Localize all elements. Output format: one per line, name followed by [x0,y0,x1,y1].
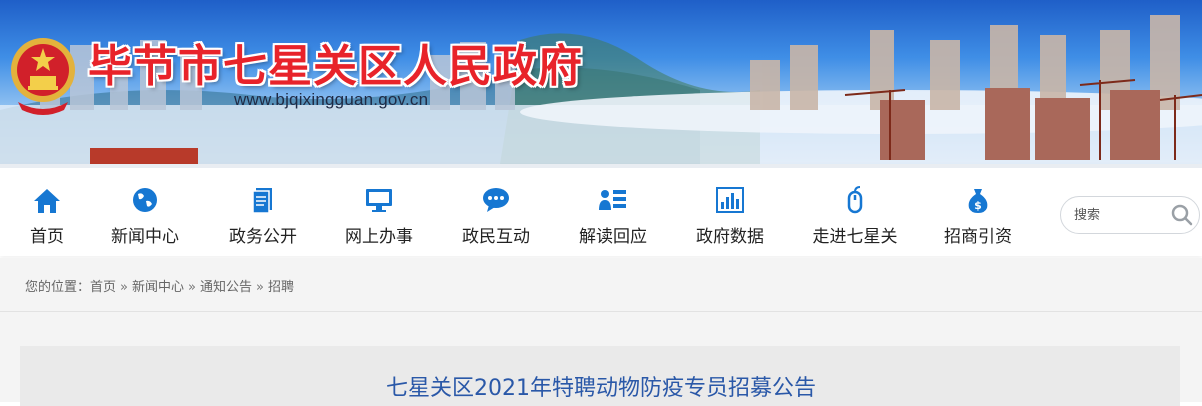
breadcrumb-item-news[interactable]: 新闻中心 [132,280,184,295]
nav-label: 政府数据 [696,227,764,247]
nav-label: 招商引资 [944,227,1012,247]
nav-item-home[interactable]: 首页 [22,182,72,254]
breadcrumb-separator: » [120,280,128,295]
nav-item-interpretation[interactable]: 解读回应 [575,182,651,254]
nav-item-about-qixingguan[interactable]: 走进七星关 [808,182,902,254]
breadcrumb-separator: » [256,280,264,295]
breadcrumb-prefix: 您的位置： [25,280,91,295]
nav-label: 政务公开 [229,227,297,247]
nav-label: 走进七星关 [812,227,898,247]
nav-item-news[interactable]: 新闻中心 [105,182,185,254]
breadcrumb-item-recruitment[interactable]: 招聘 [268,280,294,295]
nav-label: 新闻中心 [111,227,179,247]
nav-label: 解读回应 [579,227,647,247]
article-title: 七星关区2021年特聘动物防疫专员招募公告 [386,376,816,401]
breadcrumb-item-notices[interactable]: 通知公告 [200,280,252,295]
monitor-icon [366,189,392,212]
nav-item-interaction[interactable]: 政民互动 [458,182,534,254]
nav-item-gov-affairs[interactable]: 政务公开 [225,182,301,254]
breadcrumb-item-home[interactable]: 首页 [90,280,116,295]
breadcrumb-separator: » [188,280,196,295]
chat-bubble-icon [483,188,509,212]
nav-label: 首页 [30,227,64,247]
nav-label: 网上办事 [345,227,413,247]
nav-item-investment[interactable]: $ 招商引资 [940,182,1016,254]
breadcrumb: 您的位置：首页 » 新闻中心 » 通知公告 » 招聘 [25,276,294,295]
document-icon [252,188,272,214]
bar-chart-icon [716,187,744,213]
home-icon [34,189,60,213]
main-nav: 首页 新闻中心 政务公开 网上办事 政民互动 解读回应 政府数据 走进七星关 $… [0,164,1202,256]
svg-text:$: $ [974,199,982,212]
header-banner: 毕节市七星关区人民政府 www.bjqixingguan.gov.cn [0,0,1202,164]
globe-icon [133,188,157,212]
person-list-icon [599,190,626,210]
nav-item-online-services[interactable]: 网上办事 [341,182,417,254]
mouse-icon [847,186,863,214]
nav-label: 政民互动 [462,227,530,247]
money-bag-icon: $ [968,189,988,213]
national-emblem-icon [11,38,75,115]
search-icon[interactable] [1170,203,1194,227]
site-title: 毕节市七星关区人民政府 [88,41,583,92]
site-url: www.bjqixingguan.gov.cn [234,90,429,109]
search-input[interactable] [1074,205,1164,225]
nav-item-gov-data[interactable]: 政府数据 [692,182,768,254]
